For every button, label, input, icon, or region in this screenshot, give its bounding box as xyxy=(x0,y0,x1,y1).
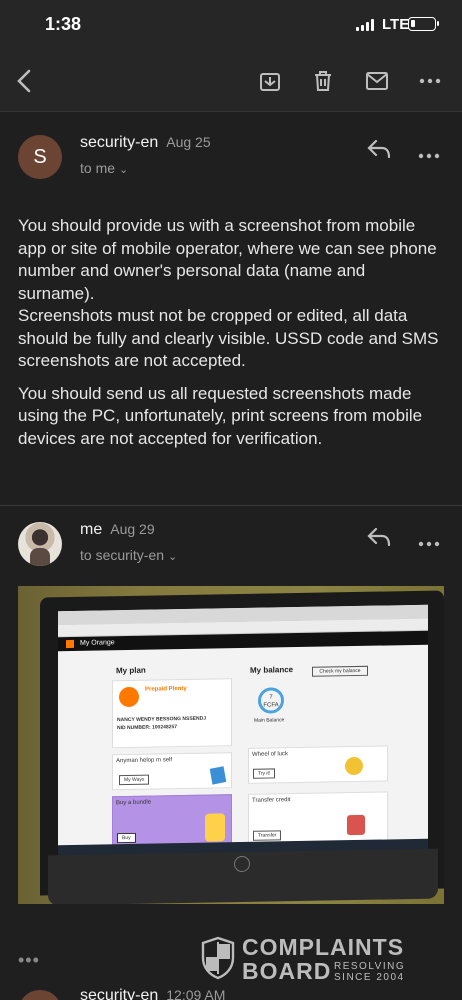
transfer-credit-panel: Transfer credit Transfer xyxy=(248,791,388,844)
recipients-label: to security-en xyxy=(80,547,165,563)
reply-icon xyxy=(367,527,391,547)
brand-label: My Orange xyxy=(80,639,115,647)
message-date: Aug 29 xyxy=(110,521,155,537)
plan-title: My plan xyxy=(116,665,146,676)
chevron-down-icon: ⌄ xyxy=(119,164,129,176)
sender-name: security-en xyxy=(80,987,159,1000)
balance-title: My balance xyxy=(250,665,294,675)
signal-icon xyxy=(356,19,376,31)
watermark-tag-1: RESOLVING xyxy=(334,961,406,972)
delete-button[interactable] xyxy=(306,64,340,98)
transfer-credit-label: Transfer credit xyxy=(252,797,291,804)
toolbar xyxy=(0,50,462,112)
buy-button: Buy xyxy=(117,832,136,844)
message-date: Aug 25 xyxy=(166,134,211,150)
message-more-button[interactable] xyxy=(418,146,444,172)
avatar: S xyxy=(18,135,62,179)
trash-icon xyxy=(315,71,331,91)
chevron-down-icon: ⌄ xyxy=(168,551,178,563)
more-horizontal-icon xyxy=(419,78,441,84)
more-horizontal-icon xyxy=(418,153,440,159)
watermark-tagline: RESOLVING SINCE 2004 xyxy=(334,961,405,983)
reply-button[interactable] xyxy=(366,526,396,552)
check-balance-button: Check my balance xyxy=(312,665,368,677)
my-ways-button: My Ways xyxy=(119,774,150,786)
hp-logo-icon xyxy=(234,855,250,873)
watermark-title: COMPLAINTS xyxy=(242,934,405,960)
message-more-button[interactable] xyxy=(418,534,444,560)
battery-level xyxy=(411,20,415,27)
status-time: 1:38 xyxy=(45,14,82,34)
help-panel-label: Anyman helop m self xyxy=(116,757,173,765)
archive-button[interactable] xyxy=(253,64,287,98)
mark-unread-button[interactable] xyxy=(360,64,394,98)
chevron-left-icon xyxy=(17,69,31,93)
transfer-button: Transfer xyxy=(253,830,282,841)
show-quoted-button[interactable]: ••• xyxy=(18,950,40,971)
message-body: You should provide us with a screenshot … xyxy=(18,215,444,460)
recipients-toggle[interactable]: to me ⌄ xyxy=(80,160,128,176)
watermark-board: BOARD xyxy=(242,958,332,984)
reply-button[interactable] xyxy=(366,138,396,164)
reply-icon xyxy=(367,139,391,159)
buy-bundle-panel: Buy a bundle Buy xyxy=(112,794,232,847)
divider xyxy=(0,505,462,506)
balance-currency: FCFA xyxy=(263,702,279,709)
orange-logo xyxy=(66,639,74,649)
buy-bundle-label: Buy a bundle xyxy=(116,799,152,807)
balance-ring: 7 FCFA xyxy=(258,687,284,714)
subscriber-name: NANCY WENDY BESSONG NSSENDJ xyxy=(117,715,206,724)
archive-icon xyxy=(260,73,280,91)
recipients-label: to me xyxy=(80,160,116,176)
status-bar: 1:38 LTE xyxy=(0,0,462,50)
body-paragraph-1: You should provide us with a screenshot … xyxy=(18,216,439,370)
watermark-tag-2: SINCE 2004 xyxy=(334,972,405,983)
network-label: LTE xyxy=(382,16,410,33)
plan-name: Prepaid Plenty xyxy=(145,685,187,693)
help-panel: Anyman helop m self My Ways xyxy=(112,752,232,791)
more-button[interactable] xyxy=(413,64,447,98)
laptop: My Orange My plan Prepaid Plenty NANCY W… xyxy=(40,590,444,904)
mail-icon xyxy=(366,72,388,90)
balance-value: 7 xyxy=(269,694,273,701)
main-balance-label: Main Balance xyxy=(254,717,285,724)
avatar xyxy=(18,990,62,1000)
avatar xyxy=(18,522,62,566)
more-horizontal-icon xyxy=(418,541,440,547)
plan-card: Prepaid Plenty NANCY WENDY BESSONG NSSEN… xyxy=(112,678,232,749)
laptop-screen: My Orange My plan Prepaid Plenty NANCY W… xyxy=(58,604,428,858)
back-button[interactable] xyxy=(8,64,42,98)
recipients-toggle[interactable]: to security-en ⌄ xyxy=(80,547,177,563)
nid-number: NID NUMBER: 100248257 xyxy=(117,724,178,732)
battery-icon xyxy=(408,17,439,31)
complaints-board-watermark: COMPLAINTS BOARD RESOLVING SINCE 2004 xyxy=(200,934,414,984)
sender-name: me xyxy=(80,521,103,538)
sender-name: security-en xyxy=(80,134,159,151)
laptop-base xyxy=(48,848,438,904)
shield-icon xyxy=(201,936,235,980)
wheel-of-luck-label: Wheel of luck xyxy=(252,751,289,758)
try-it-button: Try it! xyxy=(253,768,276,779)
message-header[interactable]: security-en Aug 25 xyxy=(80,134,211,152)
message-date: 12:09 AM xyxy=(166,987,226,1000)
message-header[interactable]: me Aug 29 xyxy=(80,521,155,539)
wheel-of-luck-panel: Wheel of luck Try it! xyxy=(248,745,388,784)
attachment-image[interactable]: My Orange My plan Prepaid Plenty NANCY W… xyxy=(18,586,444,904)
body-paragraph-2: You should send us all requested screens… xyxy=(18,383,423,448)
message-header[interactable]: security-en 12:09 AM xyxy=(80,987,225,1000)
